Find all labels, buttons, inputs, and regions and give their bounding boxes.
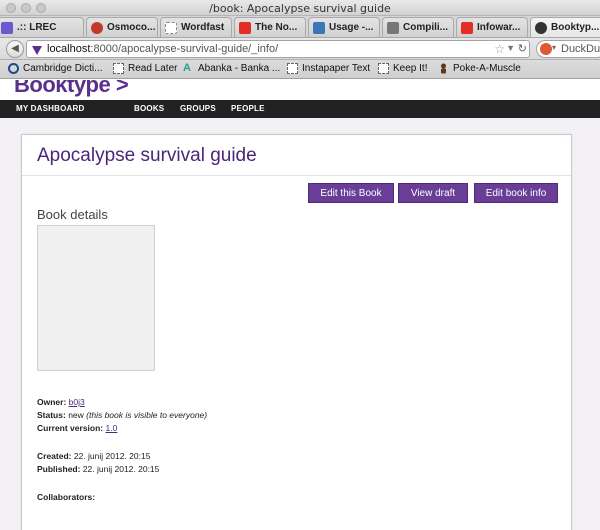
youtube-icon xyxy=(239,22,251,34)
version-label: Current version: xyxy=(37,423,104,433)
booktype-logo[interactable]: Booktype > xyxy=(14,80,129,98)
url-host: localhost xyxy=(47,43,91,55)
book-title: Apocalypse survival guide xyxy=(37,145,257,166)
status-note: (this book is visible to everyone) xyxy=(86,410,208,420)
page-favicon-icon xyxy=(1,22,13,34)
bookmark-cambridge[interactable]: Cambridge Dicti... xyxy=(8,63,102,74)
nav-books[interactable]: BOOKS xyxy=(134,104,164,113)
main-navigation: MY DASHBOARD BOOKS GROUPS PEOPLE xyxy=(0,100,600,118)
tab-5[interactable]: Compili... xyxy=(382,17,454,37)
github-icon xyxy=(535,22,547,34)
collaborators-row: Collaborators: xyxy=(37,492,95,502)
bookmark-star-icon[interactable]: ☆ xyxy=(494,42,505,56)
nav-my-dashboard[interactable]: MY DASHBOARD xyxy=(16,104,84,113)
view-draft-button[interactable]: View draft xyxy=(398,183,468,203)
house-icon xyxy=(313,22,325,34)
status-value: new xyxy=(68,410,84,420)
edit-book-info-button[interactable]: Edit book info xyxy=(474,183,558,203)
dropdown-arrow-icon[interactable]: ▼ xyxy=(506,43,515,53)
created-label: Created: xyxy=(37,451,72,461)
page-favicon-icon xyxy=(387,22,399,34)
window-titlebar: /book: Apocalypse survival guide xyxy=(0,0,600,16)
duckduckgo-icon xyxy=(540,43,552,55)
bookmark-page-icon xyxy=(378,63,389,74)
bookmark-read-later[interactable]: Read Later xyxy=(113,63,177,74)
tab-1[interactable]: Osmoco... xyxy=(86,17,158,37)
collaborators-label: Collaborators: xyxy=(37,492,96,502)
tab-7-active[interactable]: Booktyp... xyxy=(530,17,600,37)
published-label: Published: xyxy=(37,464,81,474)
abanka-icon: A xyxy=(183,62,191,74)
bookmark-label: Read Later xyxy=(128,63,178,74)
edit-book-button[interactable]: Edit this Book xyxy=(308,183,394,203)
bookmark-abanka[interactable]: A Abanka - Banka ... xyxy=(183,62,281,75)
tab-label: Booktyp... xyxy=(551,22,600,33)
search-bar[interactable]: ▾ DuckDuck xyxy=(536,40,600,58)
page-favicon-icon xyxy=(91,22,103,34)
bookmark-label: Poke-A-Muscle xyxy=(453,63,521,74)
tab-strip: .:: LREC Osmoco... Wordfast The No... Us… xyxy=(0,16,600,38)
bookmark-keep-it[interactable]: Keep It! xyxy=(378,63,427,74)
tab-label: Wordfast xyxy=(181,22,225,33)
published-row: Published: 22. junij 2012. 20:15 xyxy=(37,464,159,474)
search-engine-label: DuckDuck xyxy=(561,43,600,55)
book-details-heading: Book details xyxy=(37,207,108,222)
tab-label: The No... xyxy=(255,22,298,33)
nav-people[interactable]: PEOPLE xyxy=(231,104,265,113)
tab-label: Compili... xyxy=(403,22,448,33)
page-favicon-icon xyxy=(165,22,177,34)
bookmark-instapaper[interactable]: Instapaper Text xyxy=(287,63,370,74)
status-label: Status: xyxy=(37,410,66,420)
tab-6[interactable]: Infowar... xyxy=(456,17,528,37)
tab-0[interactable]: .:: LREC xyxy=(0,17,84,37)
book-info-panel: Apocalypse survival guide Edit this Book… xyxy=(21,134,572,530)
divider xyxy=(22,175,571,176)
tab-label: Usage -... xyxy=(329,22,374,33)
tab-label: .:: LREC xyxy=(17,22,57,33)
navigation-toolbar: ◀ localhost:8000/apocalypse-survival-gui… xyxy=(0,38,600,60)
version-row: Current version: 1.0 xyxy=(37,423,117,433)
book-cover-placeholder xyxy=(37,225,155,371)
reload-icon[interactable]: ↻ xyxy=(518,42,527,55)
tab-label: Osmoco... xyxy=(107,22,156,33)
bookmarks-bar: Cambridge Dicti... Read Later A Abanka -… xyxy=(0,60,600,79)
booktype-favicon-icon xyxy=(32,46,42,55)
owner-label: Owner: xyxy=(37,397,67,407)
created-row: Created: 22. junij 2012. 20:15 xyxy=(37,451,150,461)
url-bar[interactable]: localhost:8000/apocalypse-survival-guide… xyxy=(26,40,530,58)
web-page: Booktype > MY DASHBOARD BOOKS GROUPS PEO… xyxy=(0,80,600,530)
bookmark-page-icon xyxy=(113,63,124,74)
window-title: /book: Apocalypse survival guide xyxy=(209,2,391,15)
cambridge-icon xyxy=(8,63,19,74)
nav-groups[interactable]: GROUPS xyxy=(180,104,216,113)
chevron-down-icon: ▾ xyxy=(552,43,557,52)
status-row: Status: new (this book is visible to eve… xyxy=(37,410,207,420)
muscle-icon xyxy=(441,63,446,74)
url-path: :8000/apocalypse-survival-guide/_info/ xyxy=(90,43,279,55)
bookmark-poke-a-muscle[interactable]: Poke-A-Muscle xyxy=(438,63,521,74)
bookmark-label: Abanka - Banka ... xyxy=(198,63,281,74)
tab-4[interactable]: Usage -... xyxy=(308,17,380,37)
version-link[interactable]: 1.0 xyxy=(106,423,118,433)
published-value: 22. junij 2012. 20:15 xyxy=(82,464,160,474)
back-arrow-icon: ◀ xyxy=(11,43,19,54)
bookmark-page-icon xyxy=(287,63,298,74)
tab-3[interactable]: The No... xyxy=(234,17,306,37)
bookmark-label: Instapaper Text xyxy=(302,63,371,74)
tab-label: Infowar... xyxy=(477,22,521,33)
youtube-icon xyxy=(461,22,473,34)
bookmark-label: Cambridge Dicti... xyxy=(23,63,103,74)
tab-2[interactable]: Wordfast xyxy=(160,17,232,37)
back-button[interactable]: ◀ xyxy=(6,40,24,58)
created-value: 22. junij 2012. 20:15 xyxy=(73,451,151,461)
bookmark-label: Keep It! xyxy=(393,63,428,74)
owner-link[interactable]: b0j3 xyxy=(69,397,85,407)
owner-row: Owner: b0j3 xyxy=(37,397,85,407)
